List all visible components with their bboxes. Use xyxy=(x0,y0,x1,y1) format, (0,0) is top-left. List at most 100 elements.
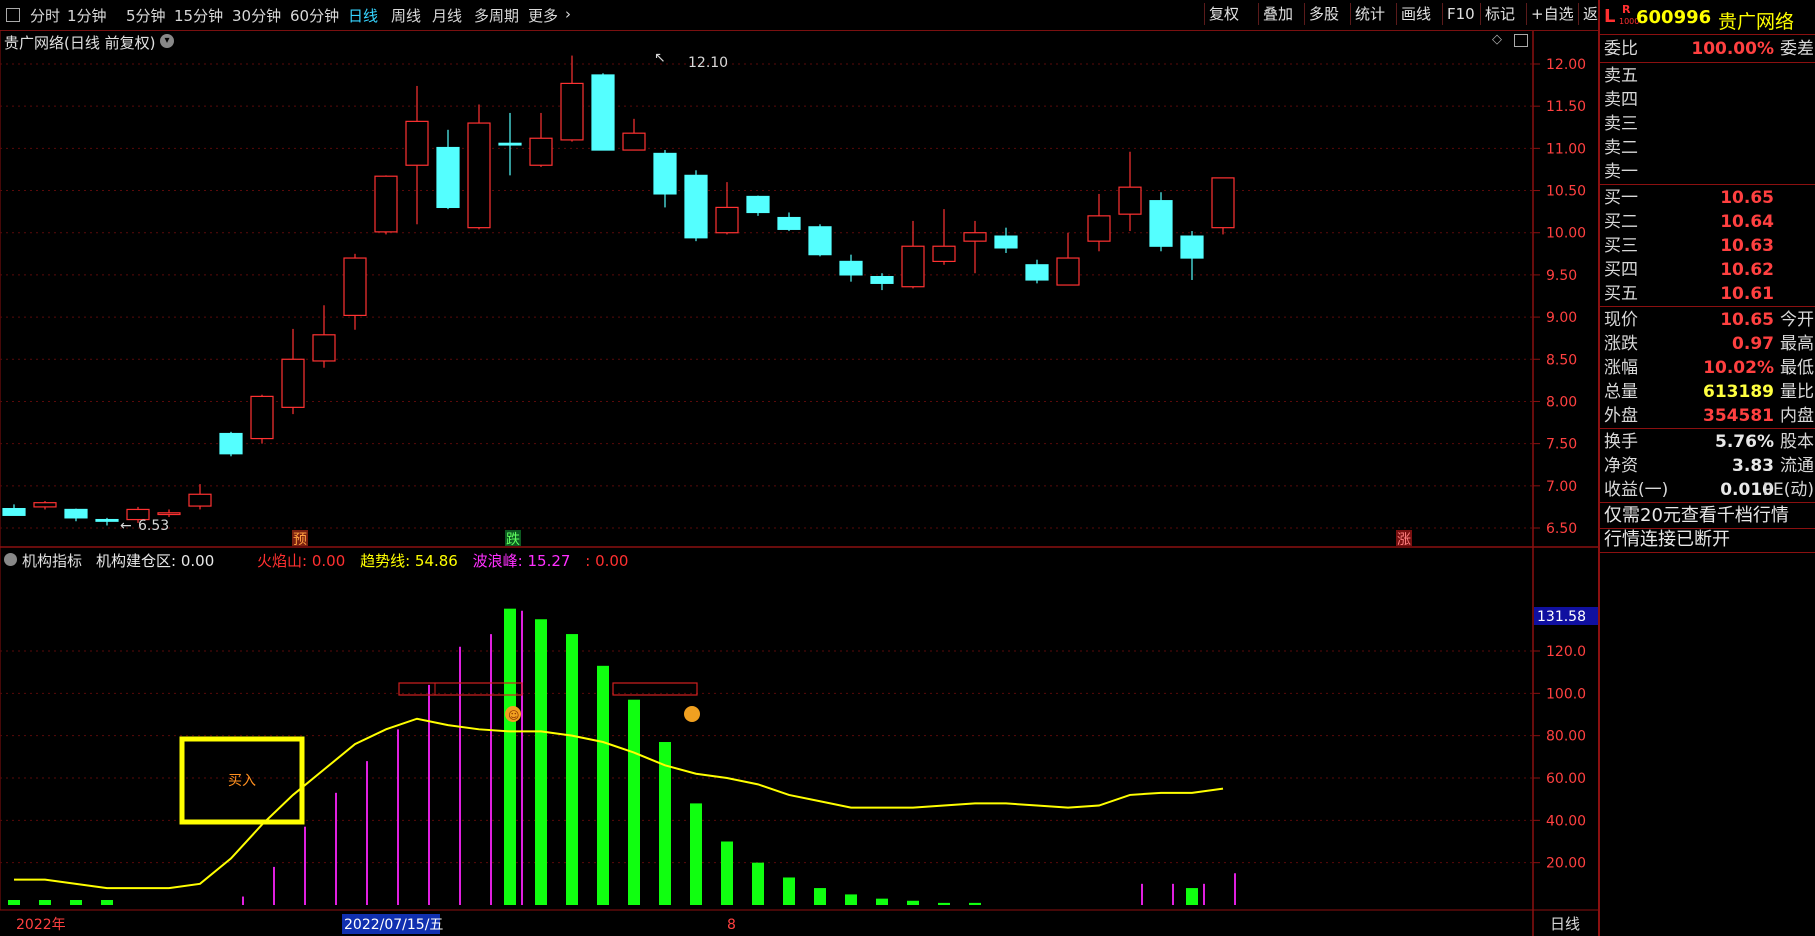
candle-body xyxy=(157,512,181,516)
buy-price: 10.61 xyxy=(1720,284,1774,304)
stat-tail: 最低 xyxy=(1780,358,1814,378)
candle[interactable] xyxy=(994,227,1018,253)
candle[interactable] xyxy=(777,212,801,232)
sell-label: 卖二 xyxy=(1604,138,1638,158)
fuquan-button[interactable]: 复权 xyxy=(1204,3,1243,25)
candle[interactable] xyxy=(715,182,739,235)
candle-body xyxy=(1025,264,1049,281)
fall-marker[interactable]: 跌 xyxy=(506,532,520,548)
add-watchlist-button[interactable]: +自选 xyxy=(1526,3,1578,25)
candle[interactable] xyxy=(1211,177,1235,235)
candle[interactable] xyxy=(281,328,305,415)
tab-weekly[interactable]: 周线 xyxy=(391,5,421,26)
tab-fenshi[interactable]: 分时 xyxy=(30,5,60,26)
candle[interactable] xyxy=(188,484,212,510)
draw-line-button[interactable]: 画线 xyxy=(1396,3,1435,25)
buy-label: 买四 xyxy=(1604,260,1638,280)
candle[interactable] xyxy=(1180,231,1204,280)
kline-chart[interactable]: 12.00 11.50 11.00 10.50 10.00 9.50 9.00 8.50 8.0… xyxy=(0,31,1600,936)
price-axis-label: 7.50 xyxy=(1546,437,1577,453)
candle-body xyxy=(1149,200,1173,247)
tab-monthly[interactable]: 月线 xyxy=(432,5,462,26)
candle[interactable] xyxy=(1118,151,1142,232)
stat-label: 净资 xyxy=(1604,456,1638,476)
candle[interactable] xyxy=(746,195,770,216)
candle[interactable] xyxy=(436,129,460,210)
tab-30min[interactable]: 30分钟 xyxy=(232,5,281,26)
candle[interactable] xyxy=(591,73,615,151)
candle[interactable] xyxy=(95,517,119,526)
field-label: 波浪峰: xyxy=(472,552,523,570)
candle[interactable] xyxy=(498,112,522,176)
candle[interactable] xyxy=(64,508,88,522)
field-value: 54.86 xyxy=(414,552,458,570)
f10-button[interactable]: F10 xyxy=(1442,3,1479,25)
candle[interactable] xyxy=(312,305,336,368)
candle-body xyxy=(312,334,336,362)
stat-row-price: 现价 10.65 今开 xyxy=(1604,308,1814,332)
mark-button[interactable]: 标记 xyxy=(1480,3,1519,25)
candle[interactable] xyxy=(343,253,367,330)
tab-multi-period[interactable]: 多周期 xyxy=(474,5,519,26)
candle[interactable] xyxy=(653,150,677,208)
stat-value: 0.97 xyxy=(1732,334,1774,354)
candle[interactable] xyxy=(1149,192,1173,252)
tab-more[interactable]: 更多 xyxy=(528,5,558,26)
candle[interactable] xyxy=(870,273,894,291)
chevron-right-icon[interactable]: › xyxy=(565,5,571,23)
candle[interactable] xyxy=(250,394,274,444)
candle[interactable] xyxy=(932,209,956,265)
stat-tail: 内盘 xyxy=(1780,406,1814,426)
indicator-name[interactable]: 机构指标 xyxy=(22,550,82,571)
stat-tail: 股本 xyxy=(1780,432,1814,452)
candle-body xyxy=(963,232,987,242)
buy-label: 买二 xyxy=(1604,212,1638,232)
candle[interactable] xyxy=(1056,232,1080,286)
candle[interactable] xyxy=(1087,193,1111,252)
buy-label: 买五 xyxy=(1604,284,1638,304)
pre-marker[interactable]: 预 xyxy=(293,532,307,548)
tab-15min[interactable]: 15分钟 xyxy=(174,5,223,26)
buy-label: 买入 xyxy=(228,773,256,789)
candle-body xyxy=(64,508,88,519)
candle[interactable] xyxy=(808,224,832,257)
fire-mountain-bar xyxy=(70,900,82,905)
indicator-axis-label: 20.00 xyxy=(1546,856,1586,872)
stat-value: 3.83 xyxy=(1732,456,1774,476)
stat-row-turnover: 换手 5.76% 股本 xyxy=(1604,430,1814,454)
candle[interactable] xyxy=(2,504,26,516)
overlay-button[interactable]: 叠加 xyxy=(1258,3,1297,25)
candle[interactable] xyxy=(157,509,181,518)
fire-mountain-bar xyxy=(504,608,516,905)
rise-marker[interactable]: 涨 xyxy=(1397,532,1411,548)
toolbar-menu-icon[interactable] xyxy=(6,8,20,22)
candle-body xyxy=(653,152,677,195)
candle[interactable] xyxy=(405,85,429,225)
candle-body xyxy=(219,432,243,455)
candle[interactable] xyxy=(467,104,491,230)
candle[interactable] xyxy=(684,170,708,242)
candle[interactable] xyxy=(1025,259,1049,284)
fire-mountain-bar xyxy=(690,803,702,905)
stat-label: 总量 xyxy=(1604,382,1638,402)
promo-link[interactable]: 仅需20元查看千档行情 xyxy=(1604,504,1814,528)
candle[interactable] xyxy=(901,220,925,289)
multi-stock-button[interactable]: 多股 xyxy=(1304,3,1343,25)
candle-body xyxy=(684,174,708,239)
candle[interactable] xyxy=(839,254,863,282)
indicator-toggle-icon[interactable] xyxy=(4,553,17,566)
tab-1min[interactable]: 1分钟 xyxy=(67,5,107,26)
candle[interactable] xyxy=(963,220,987,274)
tab-5min[interactable]: 5分钟 xyxy=(126,5,166,26)
candle[interactable] xyxy=(529,112,553,167)
candle[interactable] xyxy=(33,501,57,510)
candle[interactable] xyxy=(374,175,398,235)
stat-row-change: 涨跌 0.97 最高 xyxy=(1604,332,1814,356)
candle[interactable] xyxy=(622,118,646,151)
tab-daily[interactable]: 日线 xyxy=(348,5,378,26)
fire-mountain-bar xyxy=(783,877,795,905)
stats-button[interactable]: 统计 xyxy=(1350,3,1389,25)
candle[interactable] xyxy=(219,431,243,457)
candle[interactable] xyxy=(560,55,584,142)
tab-60min[interactable]: 60分钟 xyxy=(290,5,339,26)
